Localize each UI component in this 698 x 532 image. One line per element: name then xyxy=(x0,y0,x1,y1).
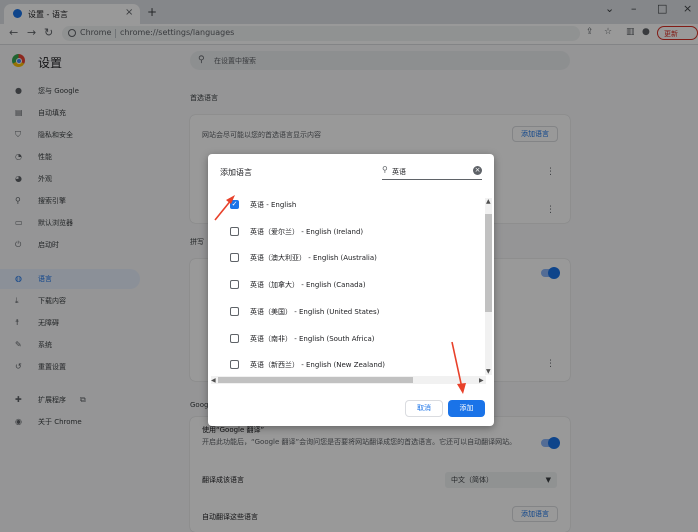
annotation-arrows xyxy=(214,195,466,394)
arrow-head-icon xyxy=(226,195,235,204)
arrow-head-icon xyxy=(457,383,466,394)
arrow-to-add-button-icon xyxy=(451,341,463,389)
